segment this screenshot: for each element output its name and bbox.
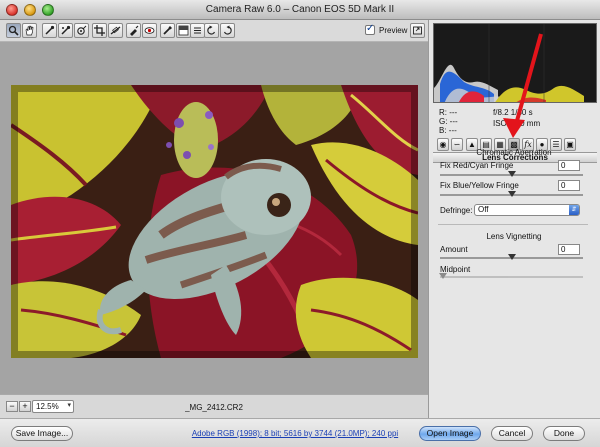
blue-yellow-slider-thumb[interactable]	[508, 191, 516, 197]
defringe-label: Defringe:	[440, 206, 473, 215]
chevron-updown-icon: ⇵	[569, 205, 579, 215]
straighten-tool-button[interactable]	[108, 23, 123, 38]
rotate-left-button[interactable]	[204, 23, 219, 38]
crop-tool-button[interactable]	[92, 23, 107, 38]
rotate-right-icon	[223, 25, 232, 35]
spot-removal-tool-button[interactable]	[126, 23, 141, 38]
graduated-filter-tool-button[interactable]	[176, 23, 191, 38]
workflow-options-link[interactable]: Adobe RGB (1998); 8 bit; 5616 by 3744 (2…	[160, 429, 430, 438]
graduated-filter-icon	[178, 25, 189, 36]
midpoint-slider[interactable]	[439, 273, 583, 279]
cancel-button[interactable]: Cancel	[491, 426, 533, 441]
window-titlebar: Camera Raw 6.0 – Canon EOS 5D Mark II	[0, 0, 600, 20]
preferences-button[interactable]	[190, 23, 205, 38]
white-balance-icon	[45, 25, 55, 35]
adjustment-panel: R: --- G: --- B: --- f/8.2 1/60 s ISO 2 …	[428, 20, 600, 418]
preview-checkbox[interactable]	[365, 23, 375, 35]
status-bar: − + 12.5% ▾ _MG_2412.CR2	[0, 394, 428, 418]
rotate-right-button[interactable]	[220, 23, 235, 38]
red-cyan-value-field[interactable]: 0	[558, 160, 580, 171]
adjustment-brush-tool-button[interactable]	[160, 23, 175, 38]
red-eye-icon	[144, 27, 155, 34]
annotation-arrow	[503, 33, 543, 138]
photo-image	[11, 85, 418, 358]
target-adjustment-tool-button[interactable]	[74, 23, 89, 38]
white-balance-tool-button[interactable]	[42, 23, 57, 38]
amount-value-field[interactable]: 0	[558, 244, 580, 255]
lens-vignetting-title: Lens Vignetting	[486, 232, 542, 241]
adjustment-brush-icon	[163, 26, 172, 35]
blue-yellow-value-field[interactable]: 0	[558, 180, 580, 191]
red-cyan-slider-thumb[interactable]	[508, 171, 516, 177]
filename-label: _MG_2412.CR2	[185, 403, 243, 412]
zoom-icon	[8, 25, 19, 36]
bottom-bar: Save Image... Adobe RGB (1998); 8 bit; 5…	[0, 418, 600, 447]
amount-slider[interactable]	[440, 254, 583, 260]
zoom-tool-button[interactable]	[6, 23, 21, 38]
spot-removal-icon	[130, 25, 139, 36]
blue-yellow-slider[interactable]	[440, 191, 583, 197]
preview-label: Preview	[379, 26, 408, 35]
red-cyan-slider[interactable]	[440, 171, 583, 177]
rotate-left-icon	[207, 25, 216, 35]
crop-icon	[94, 25, 105, 36]
section-divider	[438, 224, 588, 225]
chromatic-aberration-title: Chromatic Aberration	[476, 148, 552, 157]
midpoint-slider-thumb[interactable]	[439, 273, 447, 279]
blue-yellow-label: Fix Blue/Yellow Fringe	[440, 181, 519, 190]
full-screen-button[interactable]	[410, 23, 425, 38]
window-title: Camera Raw 6.0 – Canon EOS 5D Mark II	[205, 4, 395, 15]
done-button[interactable]: Done	[543, 426, 585, 441]
list-icon	[194, 27, 201, 34]
save-image-button[interactable]: Save Image...	[11, 426, 73, 441]
straighten-icon	[110, 26, 121, 35]
target-adjust-icon	[77, 25, 87, 35]
amount-slider-thumb[interactable]	[508, 254, 516, 260]
tool-bar: Preview	[0, 20, 428, 42]
amount-label: Amount	[440, 245, 468, 254]
frog-photo	[11, 85, 418, 358]
open-image-button[interactable]: Open Image	[419, 426, 481, 441]
color-sampler-icon	[61, 25, 71, 35]
red-eye-tool-button[interactable]	[142, 23, 157, 38]
hand-icon	[25, 25, 34, 36]
color-sampler-tool-button[interactable]	[58, 23, 73, 38]
image-preview-area[interactable]	[0, 42, 428, 394]
defringe-select[interactable]: Off ⇵	[474, 204, 580, 216]
red-cyan-label: Fix Red/Cyan Fringe	[440, 161, 514, 170]
defringe-value: Off	[478, 205, 489, 214]
hand-tool-button[interactable]	[22, 23, 37, 38]
full-screen-icon	[413, 26, 422, 35]
